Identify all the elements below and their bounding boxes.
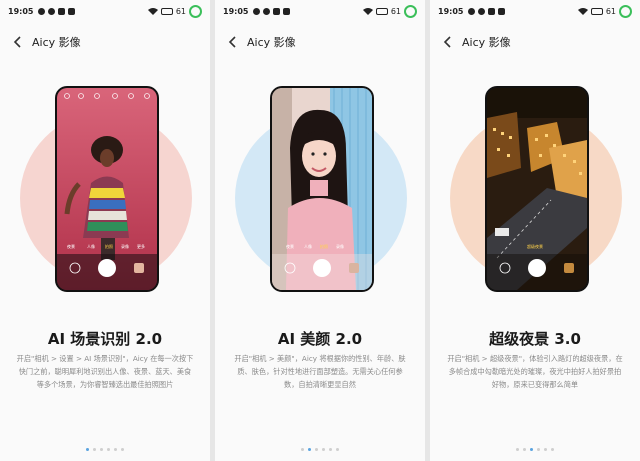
nav-bar: Aicy 影像 [215,30,425,54]
app-notification-icon [488,7,496,15]
app-notification-icon [498,7,506,15]
mode-label: 人像 [304,243,312,249]
mode-label: 拍照 [320,243,328,249]
feature-title: 超级夜景 3.0 [489,330,581,348]
gallery-thumbnail [564,263,574,273]
notification-icon [263,7,271,15]
mode-label: 录像 [121,243,129,249]
phone-preview: 夜景 人像 拍照 录像 [270,86,374,292]
gallery-thumbnail [349,263,359,273]
onboarding-screen-night: 19:05 61 Aicy 影像 超级夜景 超级夜景 3.0 开启"相机 > 超… [430,0,640,461]
mode-label: 人像 [87,243,95,249]
progress-ring-icon [619,4,632,18]
battery-level: 61 [605,6,616,16]
page-dot [329,448,332,451]
status-bar: 19:05 61 [215,0,425,22]
page-indicator [430,448,640,451]
page-dot [544,448,547,451]
app-notification-icon [273,7,281,15]
app-notification-icon [58,7,66,15]
nav-bar: Aicy 影像 [430,30,640,54]
nav-bar: Aicy 影像 [0,30,210,54]
mode-label: 夜景 [286,243,294,249]
gallery-thumbnail [134,263,144,273]
phone-preview: 夜景 人像 拍照 录像 更多 [55,86,159,292]
page-dot [114,448,117,451]
status-bar: 19:05 61 [430,0,640,22]
page-dot [107,448,110,451]
page-dot [537,448,540,451]
mode-label: 更多 [137,243,145,249]
notification-icon [253,7,261,15]
back-button[interactable] [440,35,454,49]
page-dot-active [86,448,89,451]
app-notification-icon [283,7,291,15]
wifi-icon [362,7,373,15]
page-dot [301,448,304,451]
page-title: Aicy 影像 [247,36,296,49]
battery-level: 61 [390,6,401,16]
page-dot [322,448,325,451]
chevron-left-icon [443,36,451,48]
page-dot [336,448,339,451]
battery-level: 61 [175,6,186,16]
notification-icon [468,7,476,15]
shutter-button [313,259,331,277]
page-dot-active [530,448,533,451]
onboarding-screen-scene: 19:05 61 Aicy 影像 夜景 人像 拍照 录像 更多 AI 场景识别 … [0,0,210,461]
wifi-icon [147,7,158,15]
notification-icon [48,7,56,15]
page-title: Aicy 影像 [32,36,81,49]
page-dot [100,448,103,451]
page-dot-active [308,448,311,451]
status-time: 19:05 [223,6,249,16]
page-dot [523,448,526,451]
progress-ring-icon [189,4,202,18]
battery-icon [590,7,603,15]
page-dot [121,448,124,451]
onboarding-screen-beauty: 19:05 61 Aicy 影像 夜景 人像 拍照 录像 AI 美颜 2.0 开… [215,0,425,461]
app-notification-icon [68,7,76,15]
battery-icon [160,7,173,15]
mode-label: 夜景 [67,243,75,249]
shutter-button [98,259,116,277]
page-dot [93,448,96,451]
status-time: 19:05 [438,6,464,16]
mode-label: 超级夜景 [527,243,543,249]
page-indicator [0,448,210,451]
progress-ring-icon [404,4,417,18]
feature-title: AI 场景识别 2.0 [47,330,163,348]
chevron-left-icon [228,36,236,48]
notification-icon [478,7,486,15]
page-indicator [215,448,425,451]
page-title: Aicy 影像 [462,36,511,49]
mode-label: 拍照 [105,243,113,249]
back-button[interactable] [225,35,239,49]
chevron-left-icon [13,36,21,48]
feature-title: AI 美颜 2.0 [277,330,363,348]
phone-preview: 超级夜景 [485,86,589,292]
mode-label: 录像 [336,243,344,249]
notification-icon [38,7,46,15]
page-dot [516,448,519,451]
page-dot [551,448,554,451]
status-bar: 19:05 61 [0,0,210,22]
feature-description: 开启"相机 > 超级夜景"，体验引入路灯的超级夜景，在多帧合成中勾勒暗光处的璀璨… [447,354,623,389]
feature-description: 开启"相机 > 美颜"，Aicy 将根据你的性别、年龄、肤质、肤色，针对性地进行… [234,354,406,389]
page-dot [315,448,318,451]
feature-description: 开启"相机 > 设置 > AI 场景识别"，Aicy 在每一次按下快门之前，聪明… [16,354,194,389]
wifi-icon [577,7,588,15]
shutter-button [528,259,546,277]
status-time: 19:05 [8,6,34,16]
battery-icon [375,7,388,15]
back-button[interactable] [10,35,24,49]
